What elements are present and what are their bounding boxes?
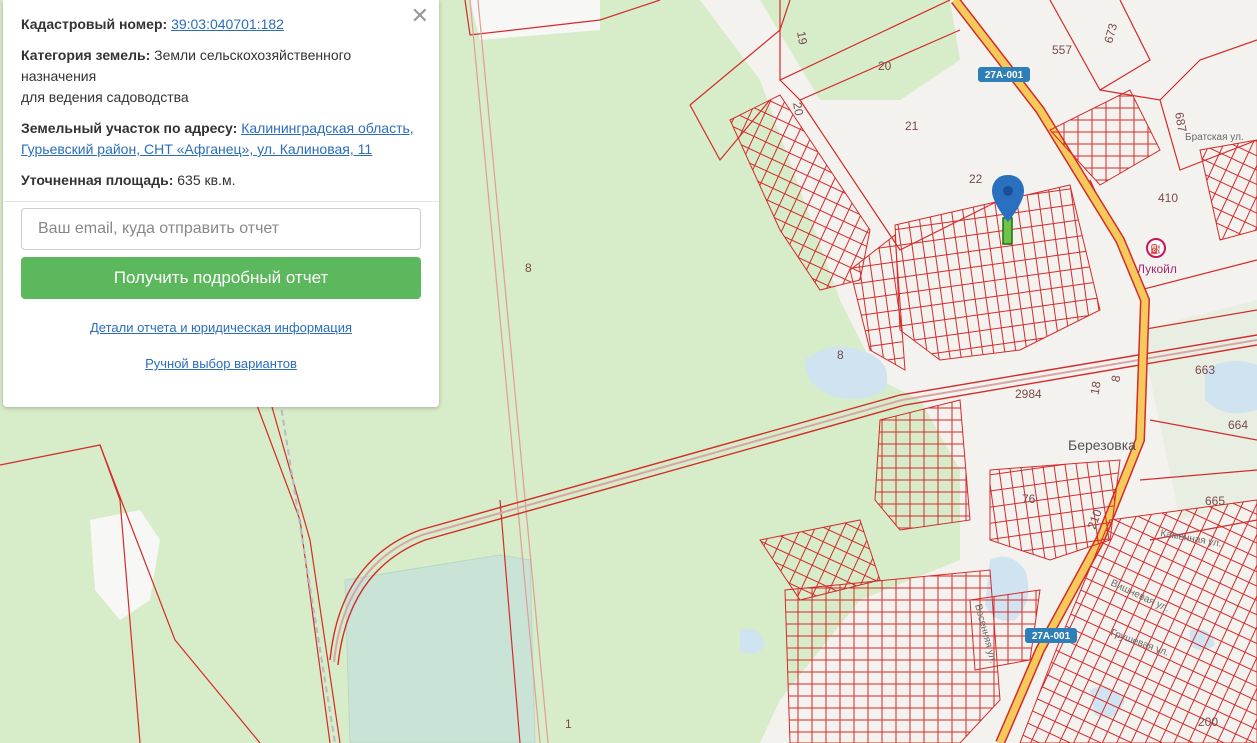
category-row: Категория земель: Земли сельскохозяйстве… (21, 45, 421, 108)
cadastral-row: Кадастровый номер: 39:03:040701:182 (21, 14, 421, 35)
parcel-number: 663 (1195, 363, 1215, 377)
svg-text:27А-001: 27А-001 (985, 70, 1024, 81)
close-icon[interactable]: ✕ (411, 4, 429, 28)
poi-label: Лукойл (1137, 262, 1177, 276)
category-label: Категория земель: (21, 47, 151, 63)
parcel-number: 22 (969, 172, 983, 186)
svg-text:27А-001: 27А-001 (1032, 631, 1071, 642)
parcel-number: 18 (1087, 380, 1103, 396)
area-row: Уточненная площадь: 635 кв.м. (21, 170, 421, 191)
manual-selection-link[interactable]: Ручной выбор вариантов (21, 353, 421, 374)
selected-parcel[interactable] (1002, 217, 1013, 245)
parcel-number: 21 (905, 119, 919, 133)
divider (3, 201, 439, 202)
parcel-number: 76 (1022, 492, 1036, 506)
parcel-number: 557 (1052, 43, 1072, 57)
road-badge: 27А-001 (1025, 628, 1077, 643)
cadastral-label: Кадастровый номер: (21, 16, 168, 32)
parcel-number: 665 (1205, 494, 1225, 508)
area-value: 635 кв.м. (177, 172, 236, 188)
fuel-icon: ⛽ (1150, 243, 1161, 254)
category-purpose: для ведения садоводства (21, 89, 189, 105)
parcel-number: 19 (794, 30, 810, 46)
parcel-number: 20 (878, 59, 892, 73)
parcel-info-panel: ✕ Кадастровый номер: 39:03:040701:182 Ка… (3, 0, 439, 407)
cadastral-number-link[interactable]: 39:03:040701:182 (171, 16, 284, 32)
parcel-number: 410 (1158, 191, 1178, 205)
area-label: Уточненная площадь: (21, 172, 174, 188)
parcel-number: 20 (790, 101, 806, 117)
report-details-link[interactable]: Детали отчета и юридическая информация (21, 317, 421, 338)
place-name: Березовка (1068, 437, 1136, 453)
road-badge: 27А-001 (978, 67, 1030, 82)
parcel-number: 2984 (1015, 387, 1042, 401)
street-label: Братская ул. (1185, 132, 1244, 143)
address-label: Земельный участок по адресу: (21, 120, 238, 136)
address-row: Земельный участок по адресу: Калининград… (21, 118, 421, 160)
parcel-number: 8 (837, 348, 844, 362)
email-input[interactable] (21, 208, 421, 250)
get-report-button[interactable]: Получить подробный отчет (21, 257, 421, 299)
parcel-number: 200 (1198, 715, 1218, 729)
parcel-number: 1 (565, 717, 572, 731)
parcel-number: 8 (525, 261, 532, 275)
parcel-number: 664 (1228, 418, 1248, 432)
